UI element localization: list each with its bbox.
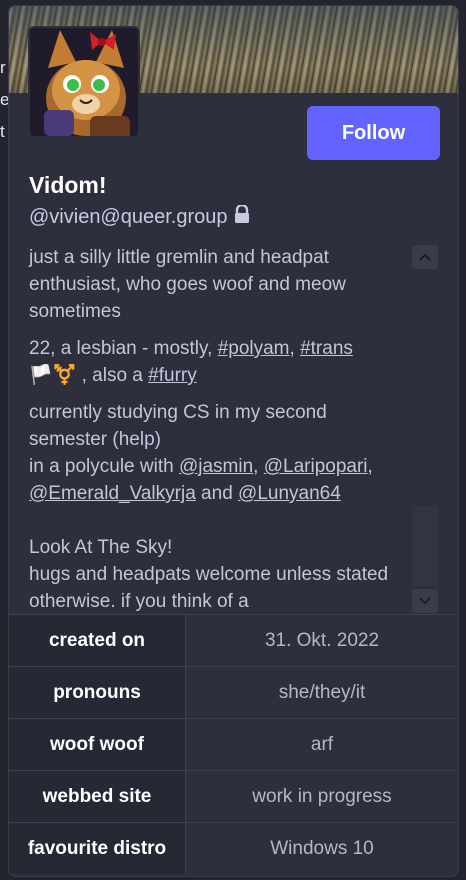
field-row: woof woof arf [9,718,458,770]
scroll-down-button[interactable] [412,589,438,613]
bio-paragraph: currently studying CS in my second semes… [29,402,373,504]
field-value: Windows 10 [270,837,374,859]
field-value[interactable]: work in progress [186,771,458,822]
field-value: 31. Okt. 2022 [264,629,380,651]
lock-icon [234,203,250,229]
bio-text: and [195,483,239,504]
avatar[interactable] [28,26,140,138]
background-fragment: r [0,58,6,77]
bio-scrollbar-thumb[interactable] [412,506,438,586]
bio-paragraph: 22, a lesbian - mostly, #polyam, #trans … [29,338,353,386]
field-value: arf [310,733,334,755]
field-row: webbed site work in progress [9,770,458,822]
bio-text: in a polycule with [29,456,179,477]
avatar-image [30,28,138,136]
field-key: created on [9,615,186,666]
field-row: created on 31. Okt. 2022 [9,614,458,666]
account-handle-row: @vivien@queer.group [29,203,250,229]
field-row: favourite distro Windows 10 [9,822,458,874]
follow-button[interactable]: Follow [307,106,440,160]
display-name: Vidom! [29,172,107,198]
field-key: woof woof [9,719,186,770]
mention-link[interactable]: @Emerald_Valkyrja [29,483,196,504]
field-row: pronouns she/they/it [9,666,458,718]
background-fragment: t [0,122,5,141]
profile-fields: created on 31. Okt. 2022 pronouns she/th… [9,614,458,874]
trans-flag-emoji: 🏳️⚧️ [29,365,77,386]
chevron-down-icon [419,592,431,610]
bio-paragraph: just a silly little gremlin and headpat … [29,247,346,322]
hashtag-link[interactable]: #trans [300,338,353,359]
mention-link[interactable]: @jasmin [179,456,253,477]
bio-text: Look At The Sky! [29,537,173,558]
profile-hover-card: Follow Vidom! @vivien@queer.group just a… [8,5,459,877]
account-handle: @vivien@queer.group [29,205,228,228]
profile-bio: just a silly little gremlin and headpat … [9,244,458,614]
bio-text: hugs and headpats welcome unless stated … [29,564,389,612]
mention-link[interactable]: @Lunyan64 [238,483,341,504]
bio-paragraph: Look At The Sky! hugs and headpats welco… [29,534,408,614]
mention-link[interactable]: @Laripopari [264,456,368,477]
field-key: webbed site [9,771,186,822]
field-value: she/they/it [278,681,366,703]
field-key: pronouns [9,667,186,718]
chevron-up-icon [419,248,431,266]
bio-text: 22, a lesbian - mostly, [29,338,218,359]
bio-text: currently studying CS in my second semes… [29,402,327,450]
bio-text: , also a [76,365,149,386]
scroll-up-button[interactable] [412,245,438,269]
field-key: favourite distro [9,823,186,874]
hashtag-link[interactable]: #polyam [218,338,290,359]
hashtag-link[interactable]: #furry [148,365,197,386]
